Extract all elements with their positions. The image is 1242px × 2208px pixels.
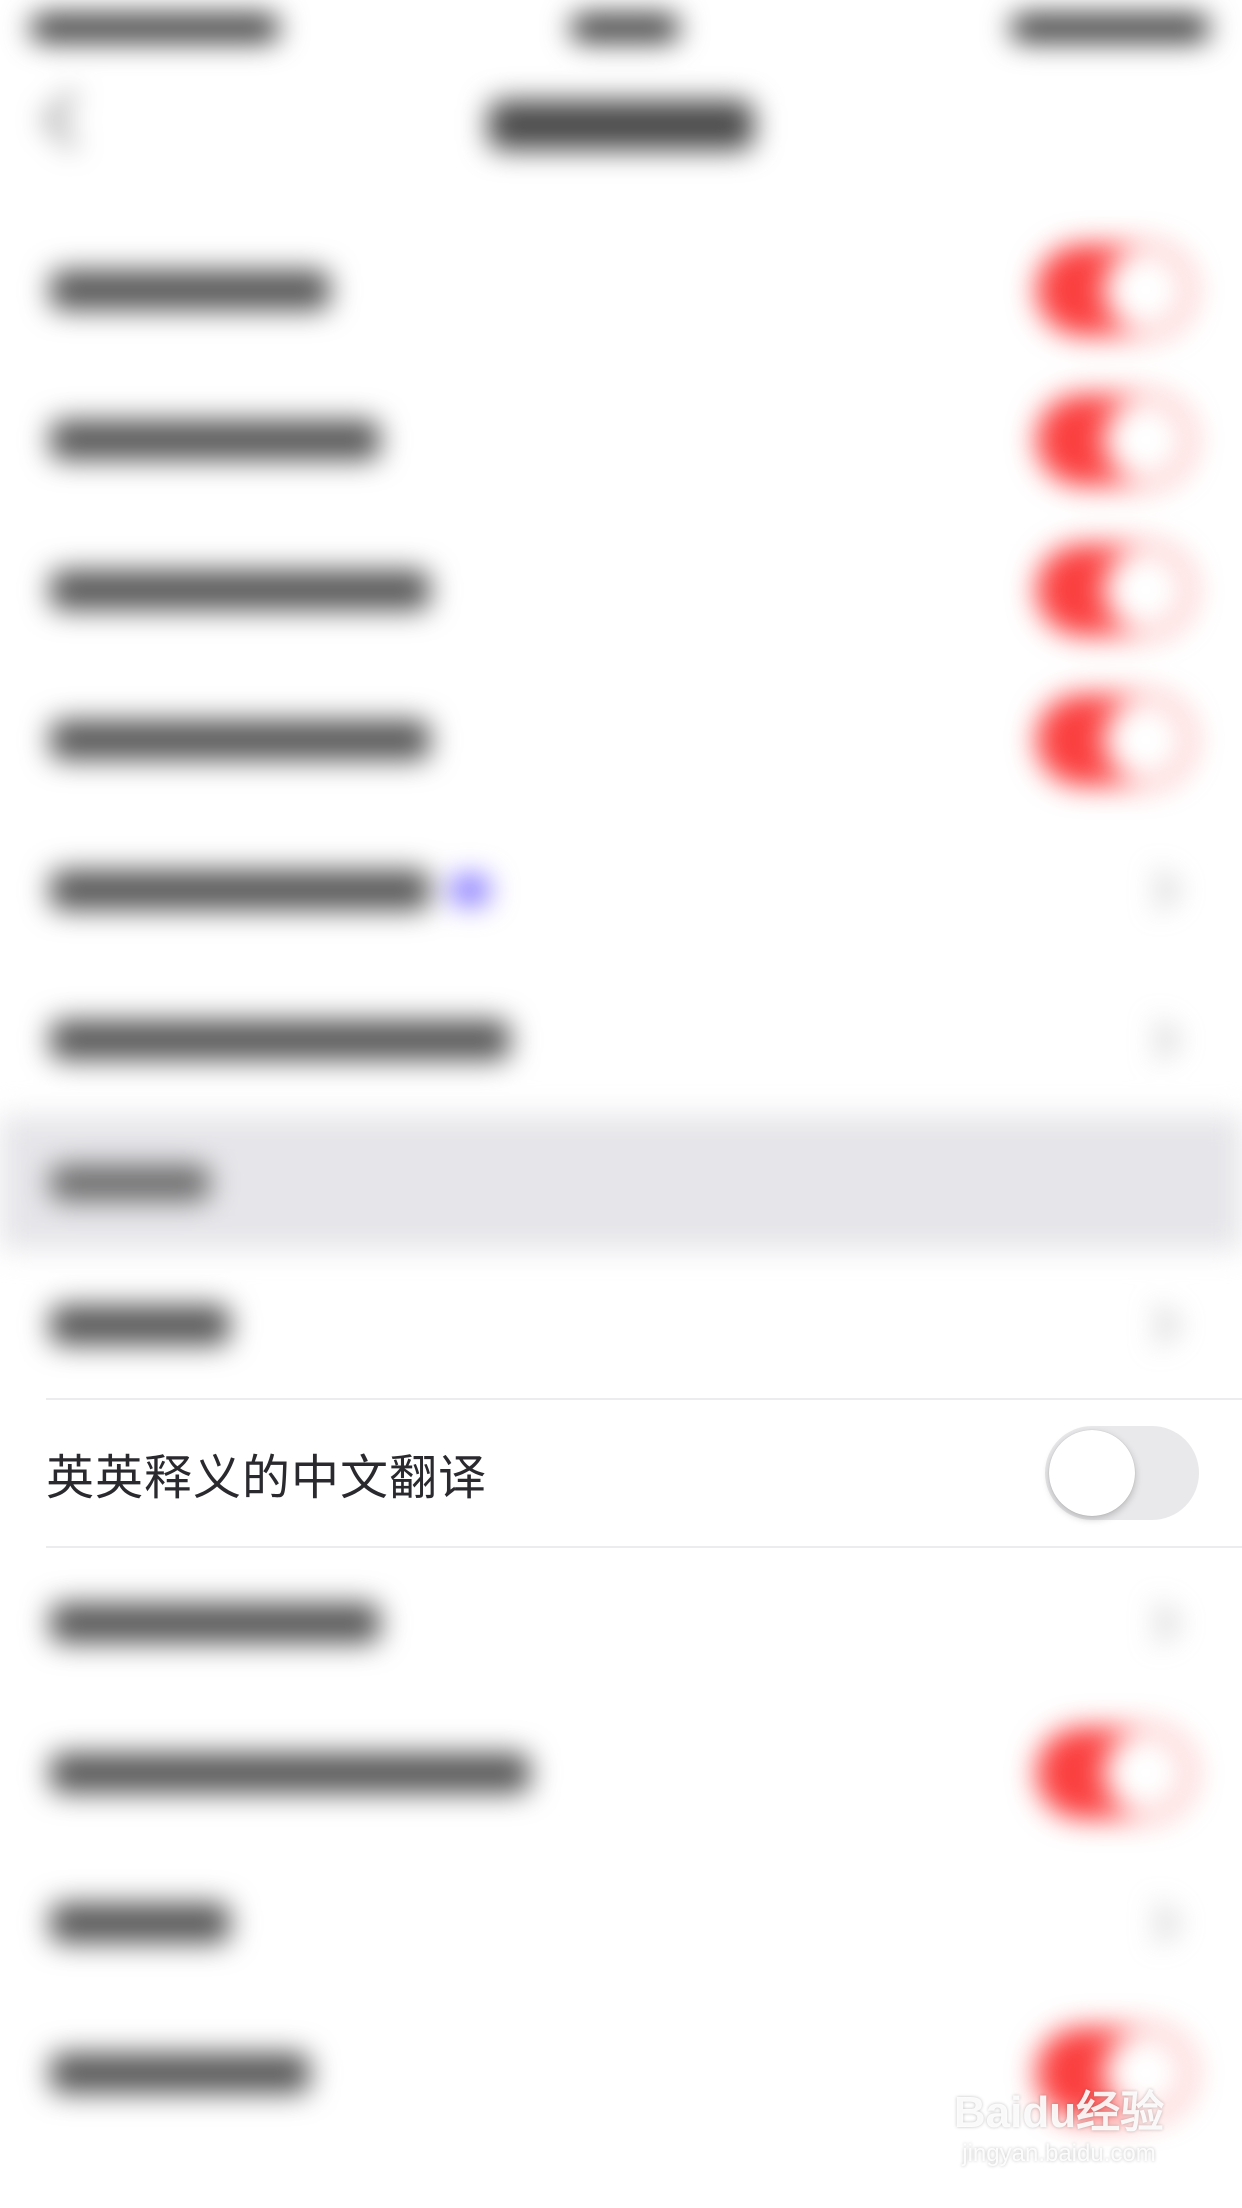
status-bar <box>0 0 1242 60</box>
row-label <box>50 2053 310 2093</box>
toggle-knob <box>1049 1430 1135 1516</box>
chevron-right-icon <box>1139 1305 1178 1345</box>
settings-row[interactable] <box>0 1250 1242 1400</box>
status-carrier <box>30 14 280 42</box>
row-label <box>50 1603 380 1643</box>
toggle-switch-on[interactable] <box>1036 694 1192 786</box>
setting-label: 英英释义的中文翻译 <box>46 1450 488 1506</box>
chevron-right-icon <box>1139 1903 1178 1943</box>
nav-title <box>488 100 754 150</box>
toggle-switch-off[interactable] <box>1045 1426 1199 1520</box>
row-label <box>50 1305 230 1345</box>
settings-row[interactable] <box>0 665 1242 815</box>
toggle-switch-on[interactable] <box>1036 544 1192 636</box>
section-header <box>0 1115 1242 1250</box>
row-label <box>50 1903 230 1943</box>
baidu-watermark: Baidu经验 jingyan.baidu.com <box>944 2076 1174 2168</box>
watermark-logo: Baidu经验 <box>953 2088 1165 2137</box>
section-header-label <box>50 1164 210 1201</box>
status-time <box>570 14 680 42</box>
settings-row[interactable] <box>0 215 1242 365</box>
row-label <box>50 720 430 760</box>
row-label <box>50 420 380 460</box>
chevron-right-icon <box>1139 1020 1178 1060</box>
settings-row[interactable] <box>0 815 1242 965</box>
divider-top <box>46 1398 1242 1400</box>
row-label <box>50 570 430 610</box>
toggle-switch-on[interactable] <box>1036 244 1192 336</box>
divider-bottom <box>46 1546 1242 1548</box>
settings-row[interactable] <box>0 965 1242 1115</box>
nav-bar <box>0 60 1242 190</box>
settings-row[interactable] <box>0 515 1242 665</box>
blurred-background <box>0 0 1242 2208</box>
status-battery <box>1010 14 1210 42</box>
settings-row[interactable] <box>0 1698 1242 1848</box>
back-chevron-icon[interactable] <box>43 91 101 149</box>
row-label <box>50 870 430 910</box>
chevron-right-icon <box>1139 870 1178 910</box>
settings-row[interactable] <box>0 1548 1242 1698</box>
chevron-right-icon <box>1139 1603 1178 1643</box>
chinese-translation-setting-row[interactable]: 英英释义的中文翻译 <box>0 1398 1242 1548</box>
row-label <box>50 270 330 310</box>
row-label <box>50 1020 510 1060</box>
settings-row[interactable] <box>0 1848 1242 1998</box>
toggle-switch-on[interactable] <box>1036 394 1192 486</box>
toggle-switch-on[interactable] <box>1036 1727 1192 1819</box>
watermark-url: jingyan.baidu.com <box>962 2140 1156 2167</box>
badge-dot <box>450 875 490 905</box>
row-label <box>50 1753 530 1793</box>
settings-row[interactable] <box>0 365 1242 515</box>
